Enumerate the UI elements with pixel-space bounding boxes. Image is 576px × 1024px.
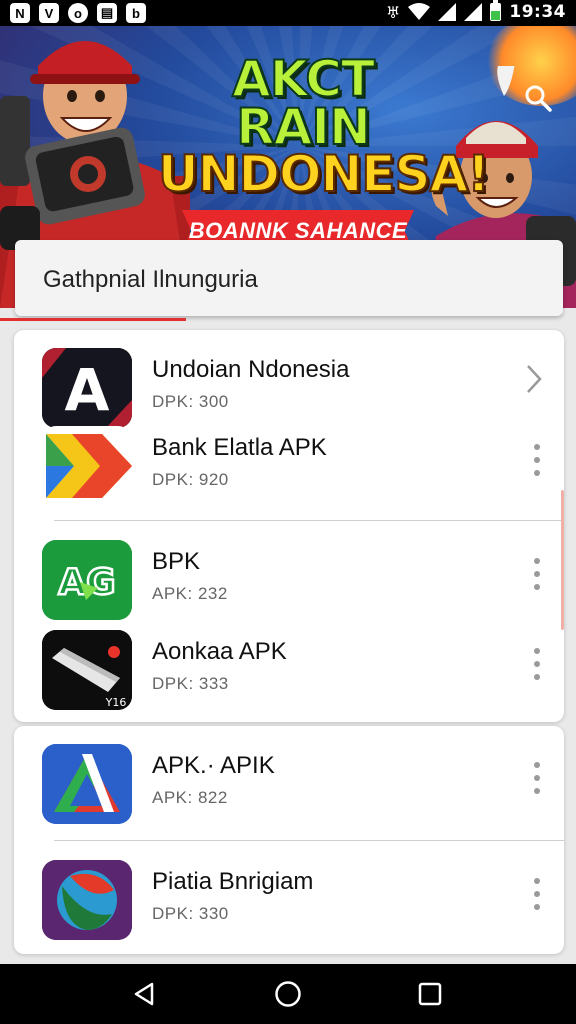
app-subtitle: APK: 822 — [152, 788, 228, 807]
divider — [54, 520, 564, 521]
blade-badge: Y16 — [105, 696, 127, 709]
system-icons: ♅ 19:34 — [386, 0, 566, 22]
app-list-card-1: A Undoian Ndonesia DPK: 300 Bank Elatla … — [14, 330, 564, 722]
chevron-right-icon[interactable] — [522, 362, 546, 396]
tab-indicator — [0, 318, 186, 321]
list-item[interactable]: Y16 Aonkaa APK DPK: 333 — [14, 620, 564, 716]
search-field-text: Gathpnial Ilnunguria — [43, 266, 258, 293]
b-app-icon: b — [126, 3, 146, 23]
headline-line-1: AKCT RAIN — [231, 50, 376, 156]
wifi-icon — [408, 3, 431, 20]
app-title: Aonkaa APK — [152, 638, 287, 665]
home-button[interactable] — [268, 978, 308, 1010]
banner-headline: AKCT RAIN UNDONESA! — [157, 50, 491, 203]
status-bar: N V o ▤ b ♅ 19:34 — [0, 0, 576, 26]
recents-button[interactable] — [410, 978, 450, 1010]
circle-app-icon: o — [68, 3, 88, 23]
back-button[interactable] — [124, 978, 164, 1010]
app-title: BPK — [152, 548, 201, 575]
battery-icon — [490, 0, 502, 21]
recents-square-icon — [418, 982, 442, 1006]
more-vert-icon[interactable] — [532, 762, 542, 794]
home-circle-icon — [275, 981, 301, 1007]
clock: 19:34 — [509, 2, 566, 22]
triangle-logo-icon — [42, 744, 132, 824]
more-vert-icon[interactable] — [532, 558, 542, 590]
vibrate-icon: ♅ — [386, 2, 401, 22]
search-button[interactable] — [518, 78, 558, 118]
navigation-bar — [0, 964, 576, 1024]
arrow-logo-icon — [42, 426, 132, 506]
app-subtitle: DPK: 330 — [152, 904, 229, 923]
ag-logo-icon: AG — [42, 540, 132, 620]
v-app-icon: V — [39, 3, 59, 23]
more-vert-icon[interactable] — [532, 878, 542, 910]
list-item[interactable]: APK.· APIK APK: 822 — [14, 734, 564, 830]
more-vert-icon[interactable] — [532, 648, 542, 680]
planet-logo-icon — [42, 860, 132, 940]
signal-icon — [438, 3, 457, 21]
app-title: APK.· APIK — [152, 752, 275, 779]
scroll-edge — [561, 490, 564, 630]
notification-icons: N V o ▤ b — [10, 3, 146, 23]
notification-n-icon: N — [10, 3, 30, 23]
app-subtitle: DPK: 300 — [152, 392, 229, 411]
app-title: Piatia Bnrigiam — [152, 868, 314, 895]
search-icon — [525, 85, 552, 112]
a-logo-letter: A — [65, 356, 110, 424]
divider — [54, 840, 564, 841]
app-subtitle: DPK: 333 — [152, 674, 229, 693]
app-title: Bank Elatla APK — [152, 434, 327, 461]
list-item[interactable]: Bank Elatla APK DPK: 920 — [14, 416, 564, 512]
signal-2-icon — [464, 3, 483, 21]
clipboard-icon: ▤ — [97, 3, 117, 23]
list-item[interactable]: AG BPK APK: 232 — [14, 530, 564, 626]
app-subtitle: DPK: 920 — [152, 470, 229, 489]
search-field[interactable]: Gathpnial Ilnunguria — [15, 240, 563, 316]
headline-line-2: UNDONESA! — [157, 145, 491, 203]
more-vert-icon[interactable] — [532, 444, 542, 476]
back-triangle-icon — [134, 982, 154, 1006]
app-subtitle: APK: 232 — [152, 584, 228, 603]
app-list-card-2: APK.· APIK APK: 822 Piatia Bnrigiam DPK:… — [14, 726, 564, 954]
blade-logo-icon: Y16 — [42, 630, 132, 710]
app-title: Undoian Ndonesia — [152, 356, 350, 383]
list-item[interactable]: Piatia Bnrigiam DPK: 330 — [14, 850, 564, 946]
